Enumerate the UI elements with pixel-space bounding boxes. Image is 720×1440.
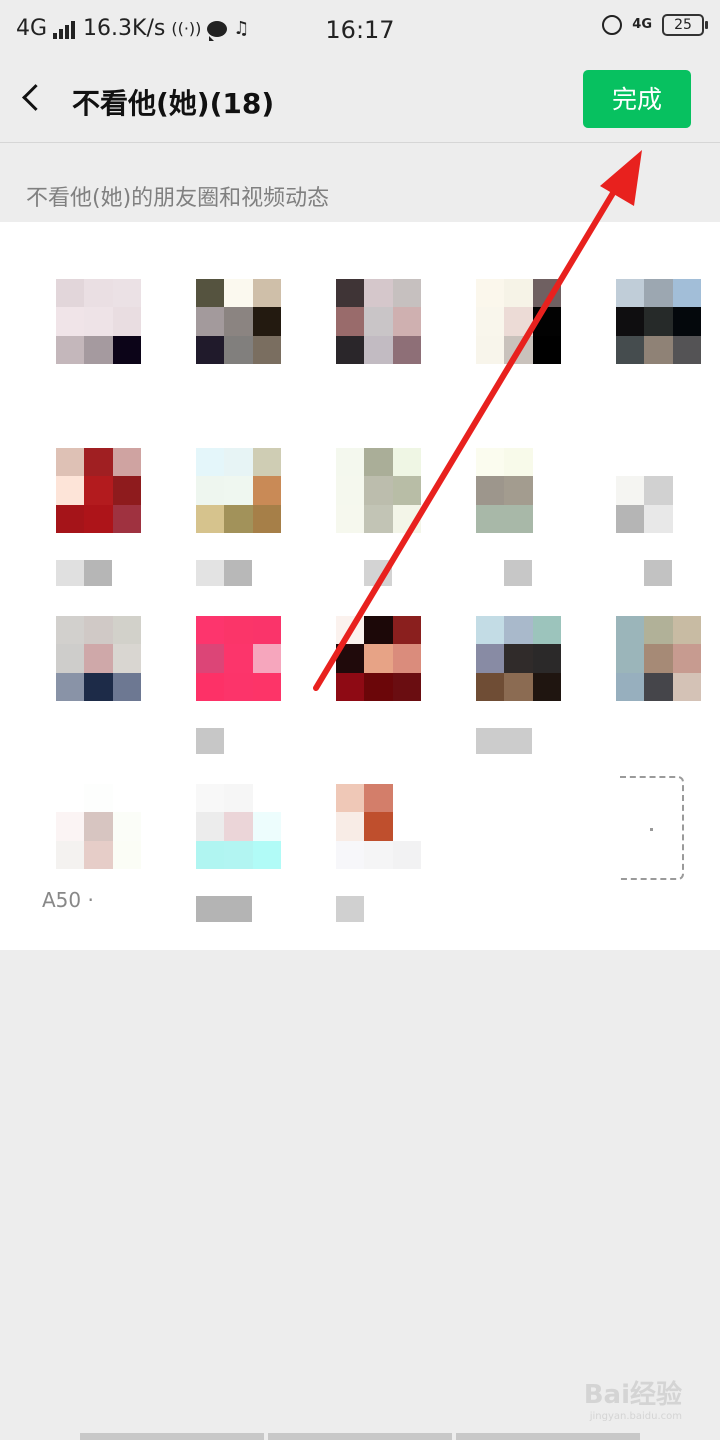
contact-avatar[interactable]: [56, 616, 141, 701]
alarm-icon: [602, 15, 623, 35]
contact-name: [616, 560, 672, 586]
contact-avatar[interactable]: [616, 448, 701, 533]
contact-avatar[interactable]: [336, 448, 421, 533]
avatar-image: [336, 448, 421, 533]
contact-avatar[interactable]: [56, 279, 141, 364]
avatar-image: [616, 279, 701, 364]
avatar-image: [476, 616, 561, 701]
contact-avatar[interactable]: [196, 784, 281, 869]
header: 不看他(她)(18) 完成: [0, 58, 720, 143]
avatar-image: [196, 784, 281, 869]
avatar-image: [56, 616, 141, 701]
avatar-image: [336, 616, 421, 701]
section-subtitle: 不看他(她)的朋友圈和视频动态: [26, 186, 330, 211]
battery-icon: 25: [662, 14, 708, 36]
contact-avatar[interactable]: [616, 279, 701, 364]
avatar-image: [196, 279, 281, 364]
avatar-image: [336, 784, 421, 869]
net-type-label: 4G: [632, 17, 652, 32]
avatar-image: [56, 448, 141, 533]
contact-name: [196, 728, 252, 754]
status-right: 4G 25: [602, 14, 708, 36]
contact-name: [476, 560, 532, 586]
avatar-image: [616, 616, 701, 701]
watermark-brand: Bai经验: [583, 1380, 682, 1410]
avatar-image: [56, 279, 141, 364]
avatar-image: [616, 448, 701, 533]
contact-name: [56, 560, 112, 586]
watermark-url: jingyan.baidu.com: [589, 1411, 682, 1422]
contact-avatar[interactable]: [196, 616, 281, 701]
avatar-image: [196, 448, 281, 533]
add-icon: [650, 828, 653, 831]
done-button[interactable]: 完成: [583, 70, 691, 128]
contact-avatar[interactable]: [476, 616, 561, 701]
arrow-head: [600, 150, 642, 206]
avatar-image: [476, 279, 561, 364]
battery-level: 25: [674, 17, 692, 33]
contact-name-partial: A50 ·: [42, 888, 94, 912]
status-bar: 4G 16.3K/s ((·)) ♫ 16:17 4G 25: [0, 0, 720, 58]
contact-avatar[interactable]: [196, 448, 281, 533]
contact-avatar[interactable]: [56, 784, 141, 869]
contact-avatar[interactable]: [616, 616, 701, 701]
contact-avatar[interactable]: [196, 279, 281, 364]
contact-name: [336, 560, 392, 586]
contact-avatar[interactable]: [476, 448, 561, 533]
avatar-image: [56, 784, 141, 869]
avatar-image: [196, 616, 281, 701]
back-icon[interactable]: [22, 84, 49, 111]
contact-name: [196, 896, 252, 922]
contact-name: [476, 728, 532, 754]
contact-avatar[interactable]: [336, 279, 421, 364]
avatar-image: [476, 448, 561, 533]
contact-avatar[interactable]: [56, 448, 141, 533]
add-member-button[interactable]: [620, 776, 684, 880]
home-indicator: [80, 1433, 640, 1440]
watermark: Bai经验 jingyan.baidu.com: [584, 1374, 682, 1422]
contact-avatar[interactable]: [336, 616, 421, 701]
contact-avatar[interactable]: [336, 784, 421, 869]
contact-name: [336, 896, 392, 922]
contact-avatar[interactable]: [476, 279, 561, 364]
contact-name: [196, 560, 252, 586]
avatar-image: [336, 279, 421, 364]
page-title: 不看他(她)(18): [72, 87, 275, 120]
